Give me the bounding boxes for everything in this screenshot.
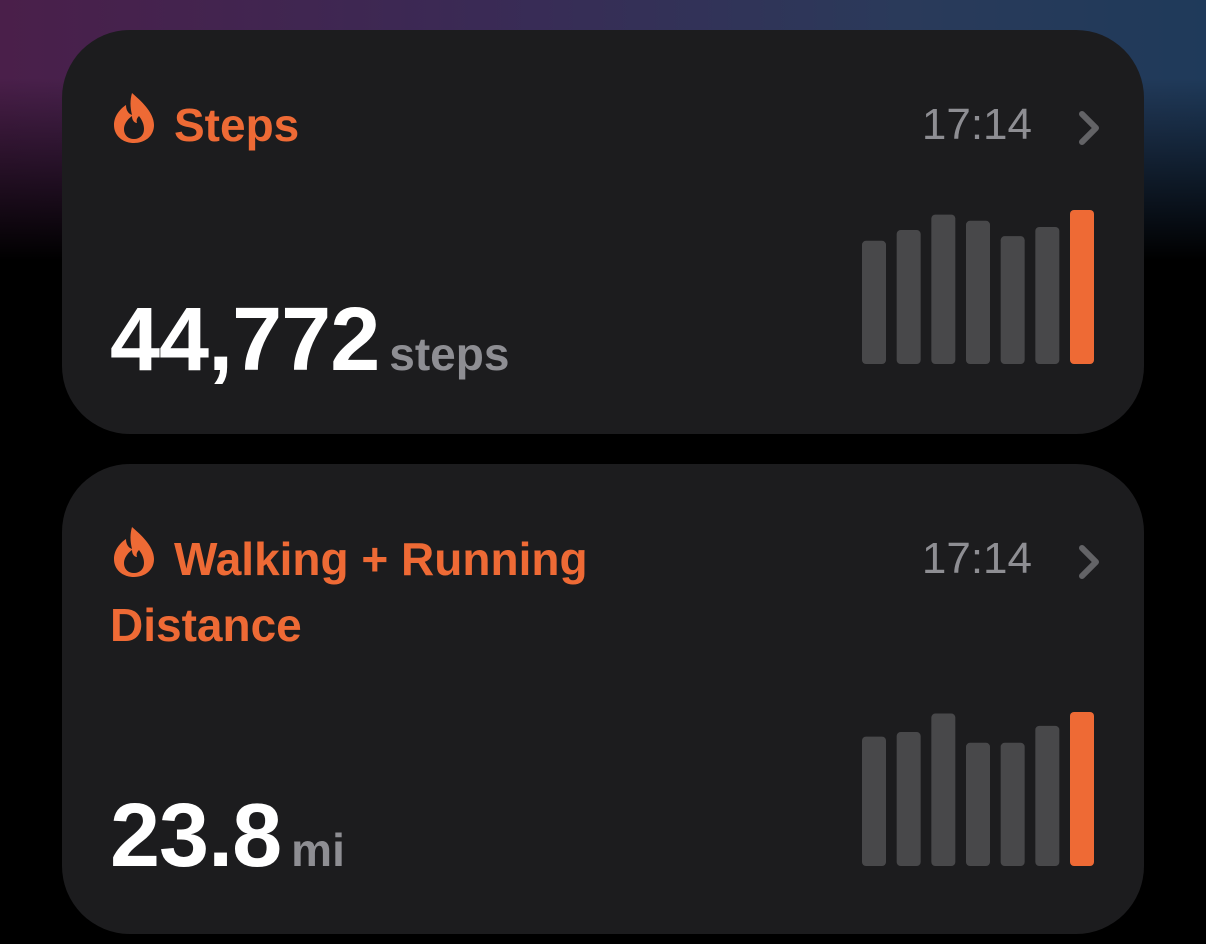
timestamp: 17:14 [921, 100, 1032, 149]
bar [931, 214, 956, 364]
value-row: 44,772 steps [110, 290, 509, 390]
card-title: Walking + Running Distance [110, 533, 588, 651]
bar [862, 240, 886, 364]
bar-today [1070, 712, 1094, 866]
bar [966, 742, 990, 866]
steps-bar-chart [862, 210, 1094, 364]
chevron-right-icon[interactable] [1074, 544, 1104, 580]
value-row: 23.8 mi [110, 786, 345, 886]
bar-today [1070, 210, 1094, 364]
bar-chart-svg [862, 712, 1094, 866]
flame-icon [114, 93, 154, 143]
bar [896, 732, 921, 866]
bar [1000, 236, 1025, 364]
bar [931, 713, 956, 866]
distance-bar-chart [862, 712, 1094, 866]
bar [966, 220, 990, 364]
steps-value: 44,772 [110, 290, 380, 390]
bar [1035, 226, 1060, 364]
bar [896, 230, 921, 364]
bar-chart-svg [862, 210, 1094, 364]
distance-value: 23.8 [110, 786, 282, 886]
chevron-right-icon[interactable] [1074, 110, 1104, 146]
distance-widget[interactable]: Walking + Running Distance 17:14 23.8 mi [62, 464, 1144, 934]
distance-unit: mi [291, 824, 345, 876]
steps-widget[interactable]: Steps 17:14 44,772 steps [62, 30, 1144, 434]
bar [1000, 742, 1025, 866]
timestamp: 17:14 [921, 534, 1032, 583]
bar [862, 736, 886, 866]
steps-unit: steps [389, 328, 510, 380]
card-title: Steps [174, 99, 300, 151]
bar [1035, 725, 1060, 866]
